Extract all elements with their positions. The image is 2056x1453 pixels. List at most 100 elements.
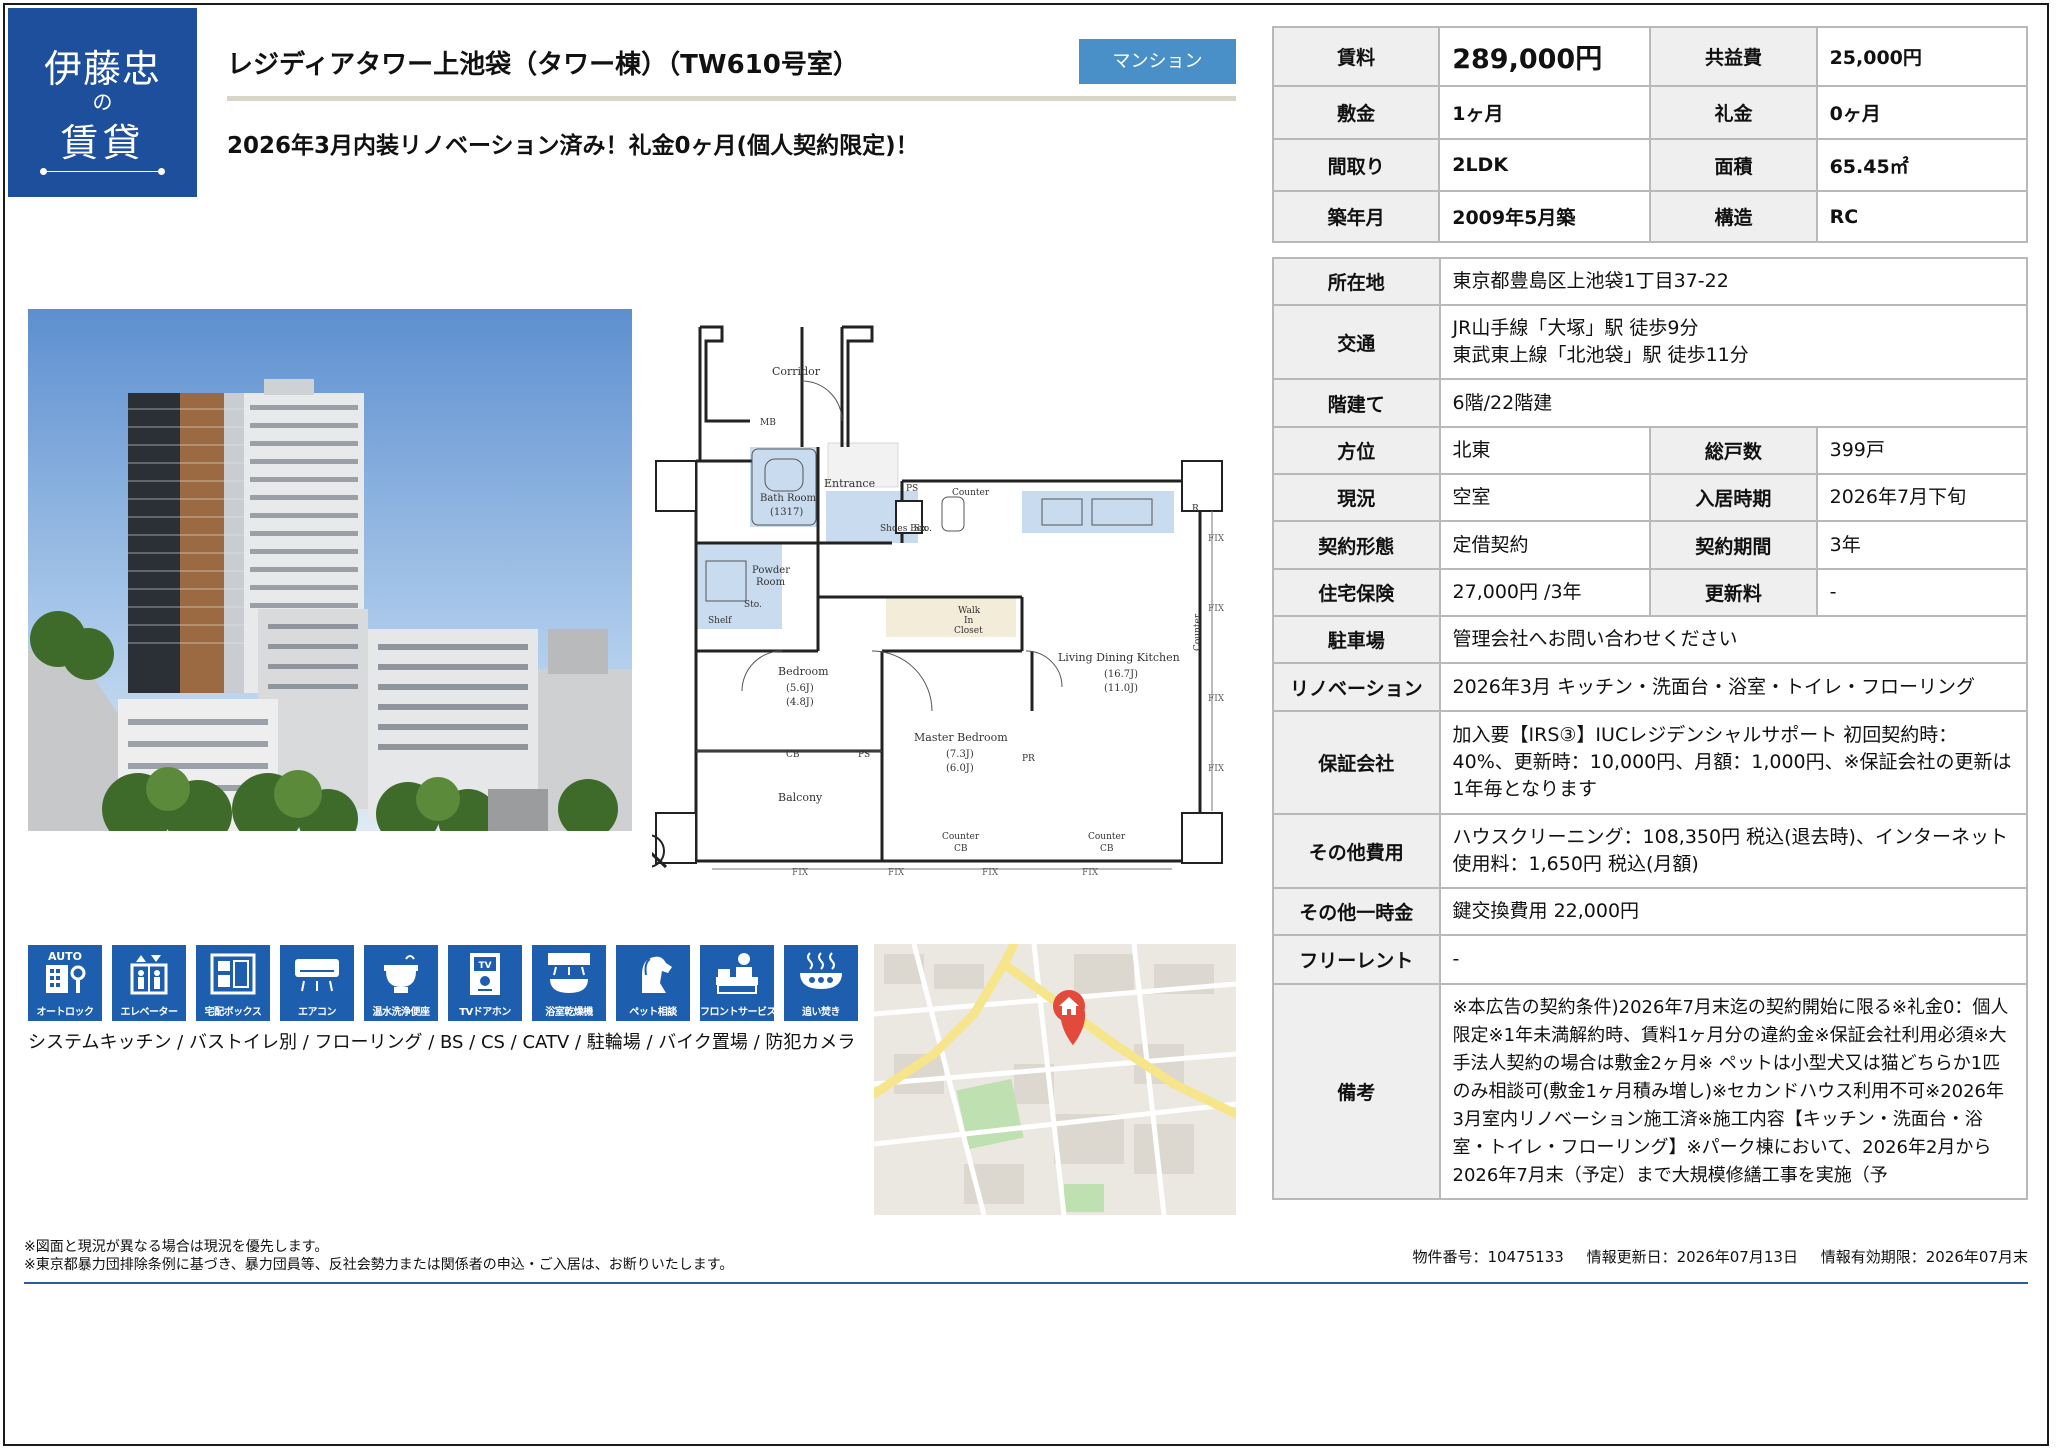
icon-label: 浴室乾燥機 [545, 1007, 593, 1018]
guarantor-value: 加入要【IRS③】IUCレジデンシャルサポート 初回契約時：40%、更新時：10… [1438, 710, 2029, 815]
freerent-value: - [1438, 934, 2029, 985]
area-value: 65.45㎡ [1815, 138, 2029, 192]
contract-value: 定借契約 [1438, 520, 1652, 570]
renewal-value: - [1815, 568, 2029, 617]
master-size-1: (7.3J) [946, 749, 974, 760]
key-money-label: 礼金 [1649, 85, 1818, 140]
details-row: 現況 空室 入居時期 2026年7月下旬 [1272, 473, 2029, 522]
fix-label: FIX [1208, 764, 1225, 774]
summary-row: 築年月 2009年5月築 構造 RC [1271, 190, 2029, 243]
pr-label: PR [1022, 754, 1035, 764]
delivery-box-icon: 宅配ボックス [196, 945, 270, 1021]
rent-label: 賃料 [1271, 26, 1441, 87]
transit-label: 交通 [1272, 304, 1441, 380]
auto-badge: AUTO [48, 950, 82, 963]
tv-badge: TV [478, 961, 491, 971]
details-row: リノベーション 2026年3月 キッチン・洗面台・浴室・トイレ・フローリング [1272, 662, 2029, 712]
structure-label: 構造 [1649, 190, 1818, 243]
parking-value: 管理会社へお問い合わせください [1438, 615, 2029, 664]
other-fee-label: その他費用 [1272, 813, 1441, 889]
ps-label-2: PS [858, 750, 870, 760]
fix-label: FIX [1208, 604, 1225, 614]
freerent-label: フリーレント [1272, 934, 1441, 985]
bath-size: (1317) [770, 507, 803, 518]
powder-label-2: Room [756, 577, 786, 588]
bathroom-dryer-icon: 浴室乾燥機 [532, 945, 606, 1021]
master-size-2: (6.0J) [946, 763, 974, 774]
notes-value: ※本広告の契約条件)2026年7月末迄の契約開始に限る※礼金0：個人限定※1年未… [1438, 983, 2029, 1200]
counter-bottom-1: Counter [942, 832, 980, 842]
location-map[interactable] [874, 944, 1236, 1215]
logo-rule [40, 168, 165, 175]
common-fee-label: 共益費 [1649, 26, 1818, 87]
fix-label: FIX [792, 868, 809, 876]
reheat-bath-icon: 追い焚き [784, 945, 858, 1021]
ps-label: PS [906, 484, 918, 494]
footer-note-1: ※図面と現況が異なる場合は現況を優先します。 [24, 1239, 329, 1255]
common-fee-value: 25,000円 [1815, 26, 2029, 87]
logo-line3: 賃貸 [60, 121, 145, 165]
key-money-value: 0ヶ月 [1815, 85, 2029, 140]
bedroom-label: Bedroom [778, 665, 829, 678]
closet-label-2: In [964, 616, 974, 626]
guarantor-label: 保証会社 [1272, 710, 1441, 815]
closet-label-1: Walk [958, 606, 981, 616]
building-photo [28, 309, 632, 831]
cb-label-3: CB [1100, 844, 1114, 854]
footer-divider [24, 1282, 2028, 1284]
renovation-value: 2026年3月 キッチン・洗面台・浴室・トイレ・フローリング [1438, 662, 2029, 712]
layout-label: 間取り [1271, 138, 1441, 192]
footer-notes: ※図面と現況が異なる場合は現況を優先します。 ※東京都暴力団排除条例に基づき、暴… [24, 1238, 733, 1274]
r-label: R [1192, 504, 1199, 514]
details-row: その他一時金 鍵交換費用 22,000円 [1272, 887, 2029, 936]
bedroom-size-2: (4.8J) [786, 697, 814, 708]
features-list: システムキッチン / バストイレ別 / フローリング / BS / CS / C… [28, 1032, 856, 1053]
cb-label-2: CB [954, 844, 968, 854]
insurance-label: 住宅保険 [1272, 568, 1441, 617]
itochu-logo[interactable]: 伊藤忠 の 賃貸 [8, 8, 197, 197]
other-fee-value: ハウスクリーニング：108,350円 税込(退去時)、インターネット使用料：1,… [1438, 813, 2029, 889]
amenity-icons: AUTO オートロック エレベーター 宅配ボックス エアコン 温水洗浄便座 TV… [28, 945, 858, 1021]
floor-value: 6階/22階建 [1438, 378, 2029, 428]
shelf-label: Shelf [708, 616, 732, 626]
rent-value: 289,000円 [1438, 26, 1652, 87]
deposit-label: 敷金 [1271, 85, 1441, 140]
notes-text: ※本広告の契約条件)2026年7月末迄の契約開始に限る※礼金0：個人限定※1年未… [1452, 996, 2009, 1186]
bath-label: Bath Room [760, 493, 817, 504]
onetime-value: 鍵交換費用 22,000円 [1438, 887, 2029, 936]
summary-row: 間取り 2LDK 面積 65.45㎡ [1271, 138, 2029, 192]
address-value: 東京都豊島区上池袋1丁目37-22 [1438, 257, 2029, 306]
icon-label: エレベーター [120, 1007, 179, 1018]
contract-label: 契約形態 [1272, 520, 1441, 570]
parking-label: 駐車場 [1272, 615, 1441, 664]
area-label: 面積 [1649, 138, 1818, 192]
details-row: 駐車場 管理会社へお問い合わせください [1272, 615, 2029, 664]
icon-label: 宅配ボックス [204, 1007, 262, 1018]
fix-label: FIX [888, 868, 905, 876]
shoes-box-label: Shoes Box [880, 524, 927, 534]
fix-label: FIX [982, 868, 999, 876]
status-label: 現況 [1272, 473, 1441, 522]
footer-note-2: ※東京都暴力団排除条例に基づき、暴力団員等、反社会勢力または関係者の申込・ご入居… [24, 1257, 734, 1273]
floor-plan: FIX FIX FIX FIX FIX FIX FIX FIX Corridor… [631, 321, 1236, 878]
details-row: 住宅保険 27,000円 /3年 更新料 - [1272, 568, 2029, 617]
logo-line1: 伊藤忠 [43, 47, 161, 91]
details-table: 所在地 東京都豊島区上池袋1丁目37-22 交通 JR山手線「大塚」駅 徒歩9分… [1272, 257, 2029, 1200]
renewal-label: 更新料 [1649, 568, 1818, 617]
bedroom-size-1: (5.6J) [786, 683, 814, 694]
sto-label-2: Sto. [744, 600, 762, 610]
washlet-icon: 温水洗浄便座 [364, 945, 438, 1021]
powder-label: Powder [752, 565, 790, 576]
ldk-size-1: (16.7J) [1104, 669, 1138, 680]
details-row: 方位 北東 総戸数 399戸 [1272, 426, 2029, 475]
structure-value: RC [1815, 190, 2029, 243]
elevator-icon: エレベーター [112, 945, 186, 1021]
summary-row: 敷金 1ヶ月 礼金 0ヶ月 [1271, 85, 2029, 140]
details-row: 備考 ※本広告の契約条件)2026年7月末迄の契約開始に限る※礼金0：個人限定※… [1272, 983, 2029, 1200]
notes-label: 備考 [1272, 983, 1441, 1200]
property-catchcopy: 2026年3月内装リノベーション済み！礼金0ヶ月(個人契約限定)！ [227, 133, 919, 159]
icon-label: 温水洗浄便座 [372, 1007, 431, 1018]
details-row: フリーレント - [1272, 934, 2029, 985]
onetime-label: その他一時金 [1272, 887, 1441, 936]
icon-label: フロントサービス [700, 1007, 777, 1018]
